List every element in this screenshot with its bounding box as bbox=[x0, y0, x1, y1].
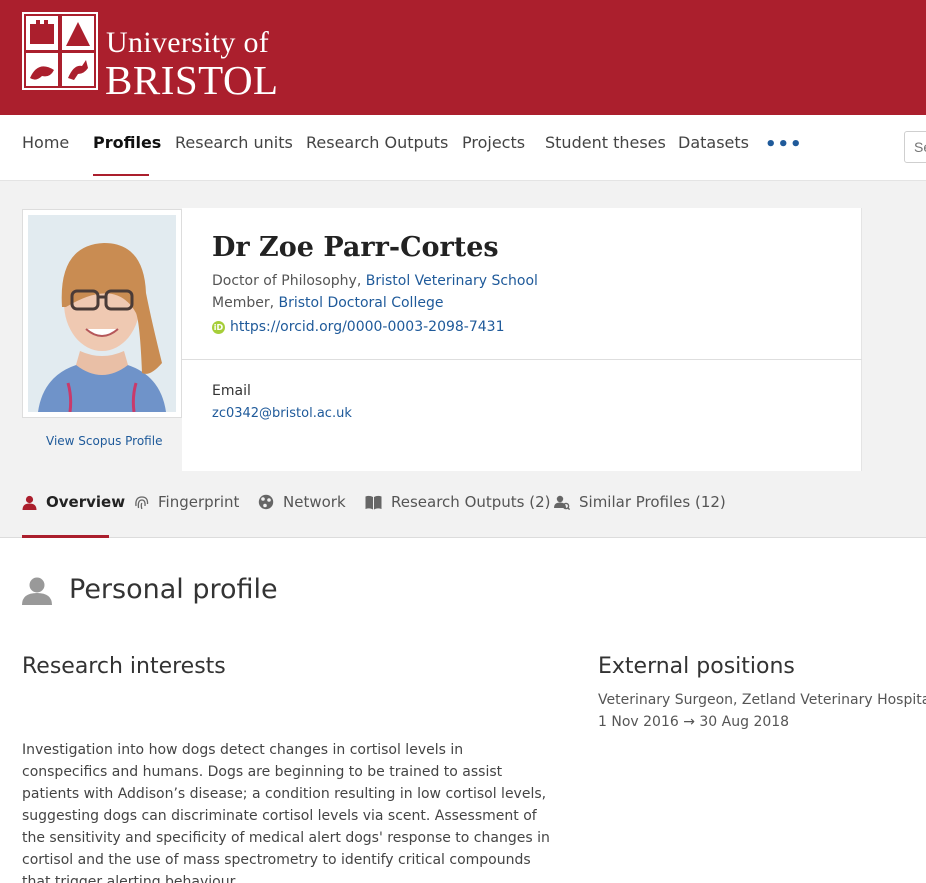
affiliation-org-link[interactable]: Bristol Veterinary School bbox=[366, 273, 538, 289]
tab-label: Network bbox=[283, 493, 346, 511]
book-icon bbox=[365, 495, 382, 510]
tab-overview[interactable]: Overview bbox=[22, 493, 125, 511]
search-input[interactable] bbox=[905, 132, 926, 162]
tab-label: Fingerprint bbox=[158, 493, 240, 511]
research-interests-heading: Research interests bbox=[22, 654, 226, 679]
nav-student-theses[interactable]: Student theses bbox=[545, 133, 666, 152]
orcid-icon: iD bbox=[212, 320, 225, 334]
email-label: Email bbox=[212, 383, 251, 399]
similar-profiles-icon bbox=[554, 495, 571, 511]
profile-card: Dr Zoe Parr-Cortes Doctor of Philosophy,… bbox=[182, 208, 862, 471]
profile-header: View Scopus Profile Dr Zoe Parr-Cortes D… bbox=[0, 181, 926, 471]
nav-datasets[interactable]: Datasets bbox=[678, 133, 749, 152]
affiliation-role: Doctor of Philosophy, bbox=[212, 273, 366, 289]
tab-similar-profiles[interactable]: Similar Profiles (12) bbox=[553, 493, 726, 511]
nav-research-outputs[interactable]: Research Outputs bbox=[306, 133, 448, 152]
tab-label: Similar Profiles (12) bbox=[579, 493, 726, 511]
affiliation-1: Doctor of Philosophy, Bristol Veterinary… bbox=[212, 273, 538, 289]
logo-text-line1: University of bbox=[106, 26, 270, 59]
tab-label: Research Outputs (2) bbox=[391, 493, 551, 511]
view-scopus-profile-link[interactable]: View Scopus Profile bbox=[46, 434, 162, 448]
network-icon bbox=[258, 494, 274, 510]
tab-network[interactable]: Network bbox=[258, 493, 346, 511]
tab-fingerprint[interactable]: Fingerprint bbox=[134, 493, 239, 511]
nav-projects[interactable]: Projects bbox=[462, 133, 525, 152]
orcid-link[interactable]: https://orcid.org/0000-0003-2098-7431 bbox=[230, 319, 504, 335]
nav-profiles[interactable]: Profiles bbox=[93, 133, 161, 152]
divider bbox=[182, 359, 862, 360]
section-title: Personal profile bbox=[69, 574, 278, 605]
logo-text-line2: BRISTOL bbox=[105, 57, 279, 103]
person-icon bbox=[22, 577, 52, 605]
site-header: University of BRISTOL bbox=[0, 0, 926, 115]
crest-icon bbox=[22, 12, 98, 90]
person-icon bbox=[22, 495, 37, 510]
orcid-row: iD https://orcid.org/0000-0003-2098-7431 bbox=[212, 319, 504, 335]
university-logo[interactable]: University of BRISTOL bbox=[22, 12, 292, 103]
person-name: Dr Zoe Parr-Cortes bbox=[212, 232, 499, 263]
portrait-image bbox=[28, 215, 176, 412]
search-box[interactable] bbox=[904, 131, 926, 163]
tab-label: Overview bbox=[46, 493, 126, 511]
affiliation-2: Member, Bristol Doctoral College bbox=[212, 295, 443, 311]
profile-photo-frame bbox=[22, 209, 182, 418]
tab-research-outputs[interactable]: Research Outputs (2) bbox=[365, 493, 551, 511]
research-interests-text: Investigation into how dogs detect chang… bbox=[22, 742, 550, 883]
fingerprint-icon bbox=[135, 496, 149, 510]
nav-research-units[interactable]: Research units bbox=[175, 133, 293, 152]
profile-photo bbox=[28, 215, 176, 412]
profile-tabs: Overview Fingerprint Network Research Ou… bbox=[0, 471, 926, 538]
external-position: Veterinary Surgeon, Zetland Veterinary H… bbox=[598, 692, 926, 708]
main-nav: Home Profiles Research units Research Ou… bbox=[0, 115, 926, 181]
nav-home[interactable]: Home bbox=[22, 133, 69, 152]
more-menu-button[interactable]: ••• bbox=[765, 134, 803, 155]
affiliation-role: Member, bbox=[212, 295, 279, 311]
active-tab-indicator bbox=[22, 535, 109, 538]
active-nav-indicator bbox=[93, 174, 149, 176]
external-position-dates: 1 Nov 2016 → 30 Aug 2018 bbox=[598, 714, 790, 730]
external-positions-heading: External positions bbox=[598, 654, 795, 679]
affiliation-org-link[interactable]: Bristol Doctoral College bbox=[279, 295, 444, 311]
email-link[interactable]: zc0342@bristol.ac.uk bbox=[212, 406, 352, 421]
